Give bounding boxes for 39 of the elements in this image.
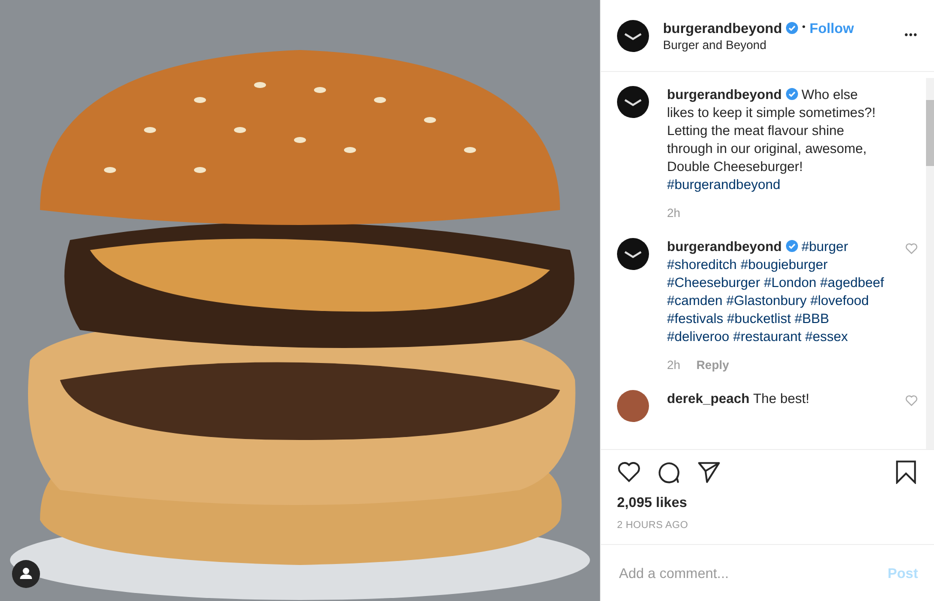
user-icon[interactable] [12, 560, 40, 588]
username-link[interactable]: derek_peach [667, 391, 750, 406]
comment-time: 2h [667, 206, 680, 220]
hashtag-link[interactable]: #essex [805, 329, 848, 344]
comment-text: derek_peach The best! [667, 390, 810, 408]
hashtag-link[interactable]: #restaurant [733, 329, 802, 344]
separator-dot: • [802, 22, 806, 33]
logo-icon[interactable] [617, 86, 649, 118]
send-icon[interactable] [697, 460, 721, 484]
heart-icon[interactable] [617, 460, 641, 484]
comment-icon[interactable] [657, 460, 681, 484]
avatar-placeholder[interactable] [617, 390, 649, 422]
hashtag-link[interactable]: #BBB [794, 311, 830, 326]
comment-text: burgerandbeyond Who else likes to keep it simple sometimes?! Letting the meat flavour shine through in our original, awesome, Double Cheeseburger! #burgerandbeyond [667, 86, 877, 194]
likes-count[interactable]: 2,095 likes [617, 494, 918, 510]
hashtag-link[interactable]: #shoreditch [667, 257, 737, 272]
hashtag-link[interactable]: #Cheeseburger [667, 275, 760, 290]
hashtag-link[interactable]: #Glastonbury [726, 293, 807, 308]
hashtag-link[interactable]: #deliveroo [667, 329, 730, 344]
hashtag-link[interactable]: #agedbeef [820, 275, 884, 290]
hashtag-link[interactable]: #bougieburger [740, 257, 828, 272]
scrollbar-thumb[interactable] [926, 100, 934, 166]
hashtag-link[interactable]: #lovefood [810, 293, 869, 308]
hashtag-link[interactable]: #bucketlist [727, 311, 791, 326]
hashtag-link[interactable]: #camden [667, 293, 723, 308]
username-link[interactable]: burgerandbeyond [667, 87, 782, 102]
hashtag-link[interactable]: #burgerandbeyond [667, 177, 780, 192]
username-link[interactable]: burgerandbeyond [667, 239, 782, 254]
post-time: 2 HOURS AGO [617, 520, 690, 531]
logo-icon[interactable] [617, 20, 649, 52]
hashtag-link[interactable]: #burger [802, 239, 848, 254]
bookmark-icon[interactable] [894, 460, 918, 484]
hashtag-link[interactable]: #London [764, 275, 816, 290]
logo-icon[interactable] [617, 238, 649, 270]
hashtag-link[interactable]: #festivals [667, 311, 724, 326]
location-text: Burger and Beyond [663, 38, 768, 52]
username-link[interactable]: burgerandbeyond [663, 20, 782, 36]
comment-time: 2h [667, 358, 680, 372]
more-options-button[interactable]: ••• [904, 30, 918, 41]
